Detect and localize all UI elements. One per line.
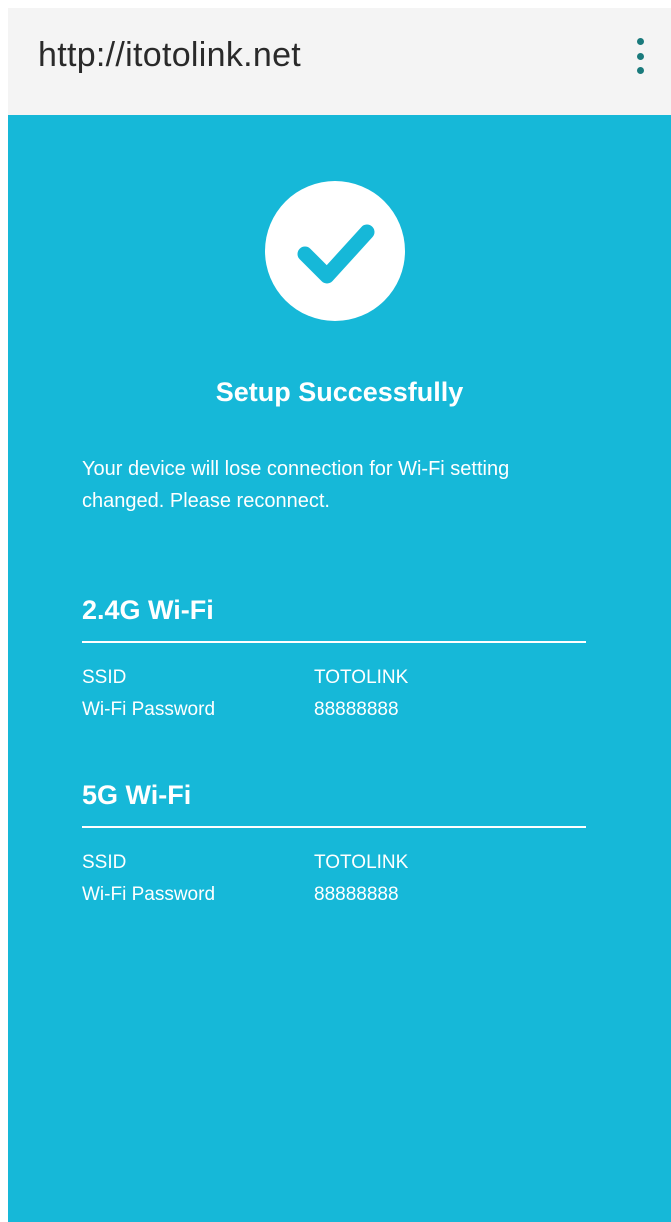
ssid-row-2-4g: SSID TOTOLINK <box>82 667 586 697</box>
password-value: 88888888 <box>314 884 399 905</box>
browser-address-bar[interactable]: http://itotolink.net <box>8 8 671 115</box>
ssid-value: TOTOLINK <box>314 852 409 873</box>
url-text[interactable]: http://itotolink.net <box>38 36 301 75</box>
phone-screen: http://itotolink.net Setup Successfully … <box>0 0 671 1222</box>
password-row-2-4g: Wi-Fi Password 88888888 <box>82 699 586 729</box>
status-message: Your device will lose connection for Wi-… <box>82 458 510 512</box>
ssid-label: SSID <box>82 667 127 688</box>
menu-dot <box>636 38 644 45</box>
password-value: 88888888 <box>314 699 399 720</box>
network-title-5g: 5G Wi-Fi <box>82 780 192 810</box>
divider-2-4g <box>82 641 586 643</box>
ssid-value: TOTOLINK <box>314 667 409 688</box>
ssid-row-5g: SSID TOTOLINK <box>82 852 586 882</box>
password-label: Wi-Fi Password <box>82 884 216 905</box>
more-vert-icon[interactable] <box>625 36 655 76</box>
menu-dot <box>636 52 644 60</box>
password-label: Wi-Fi Password <box>82 699 216 720</box>
ssid-label: SSID <box>82 852 127 873</box>
password-row-5g: Wi-Fi Password 88888888 <box>82 884 586 914</box>
menu-dot <box>636 67 644 74</box>
checkmark-icon <box>297 224 375 284</box>
divider-5g <box>82 826 586 828</box>
network-title-2-4g: 2.4G Wi-Fi <box>82 595 214 625</box>
status-title: Setup Successfully <box>215 377 464 407</box>
checkmark-circle-icon <box>265 181 405 321</box>
setup-success-panel: Setup Successfully Your device will lose… <box>8 115 671 1222</box>
